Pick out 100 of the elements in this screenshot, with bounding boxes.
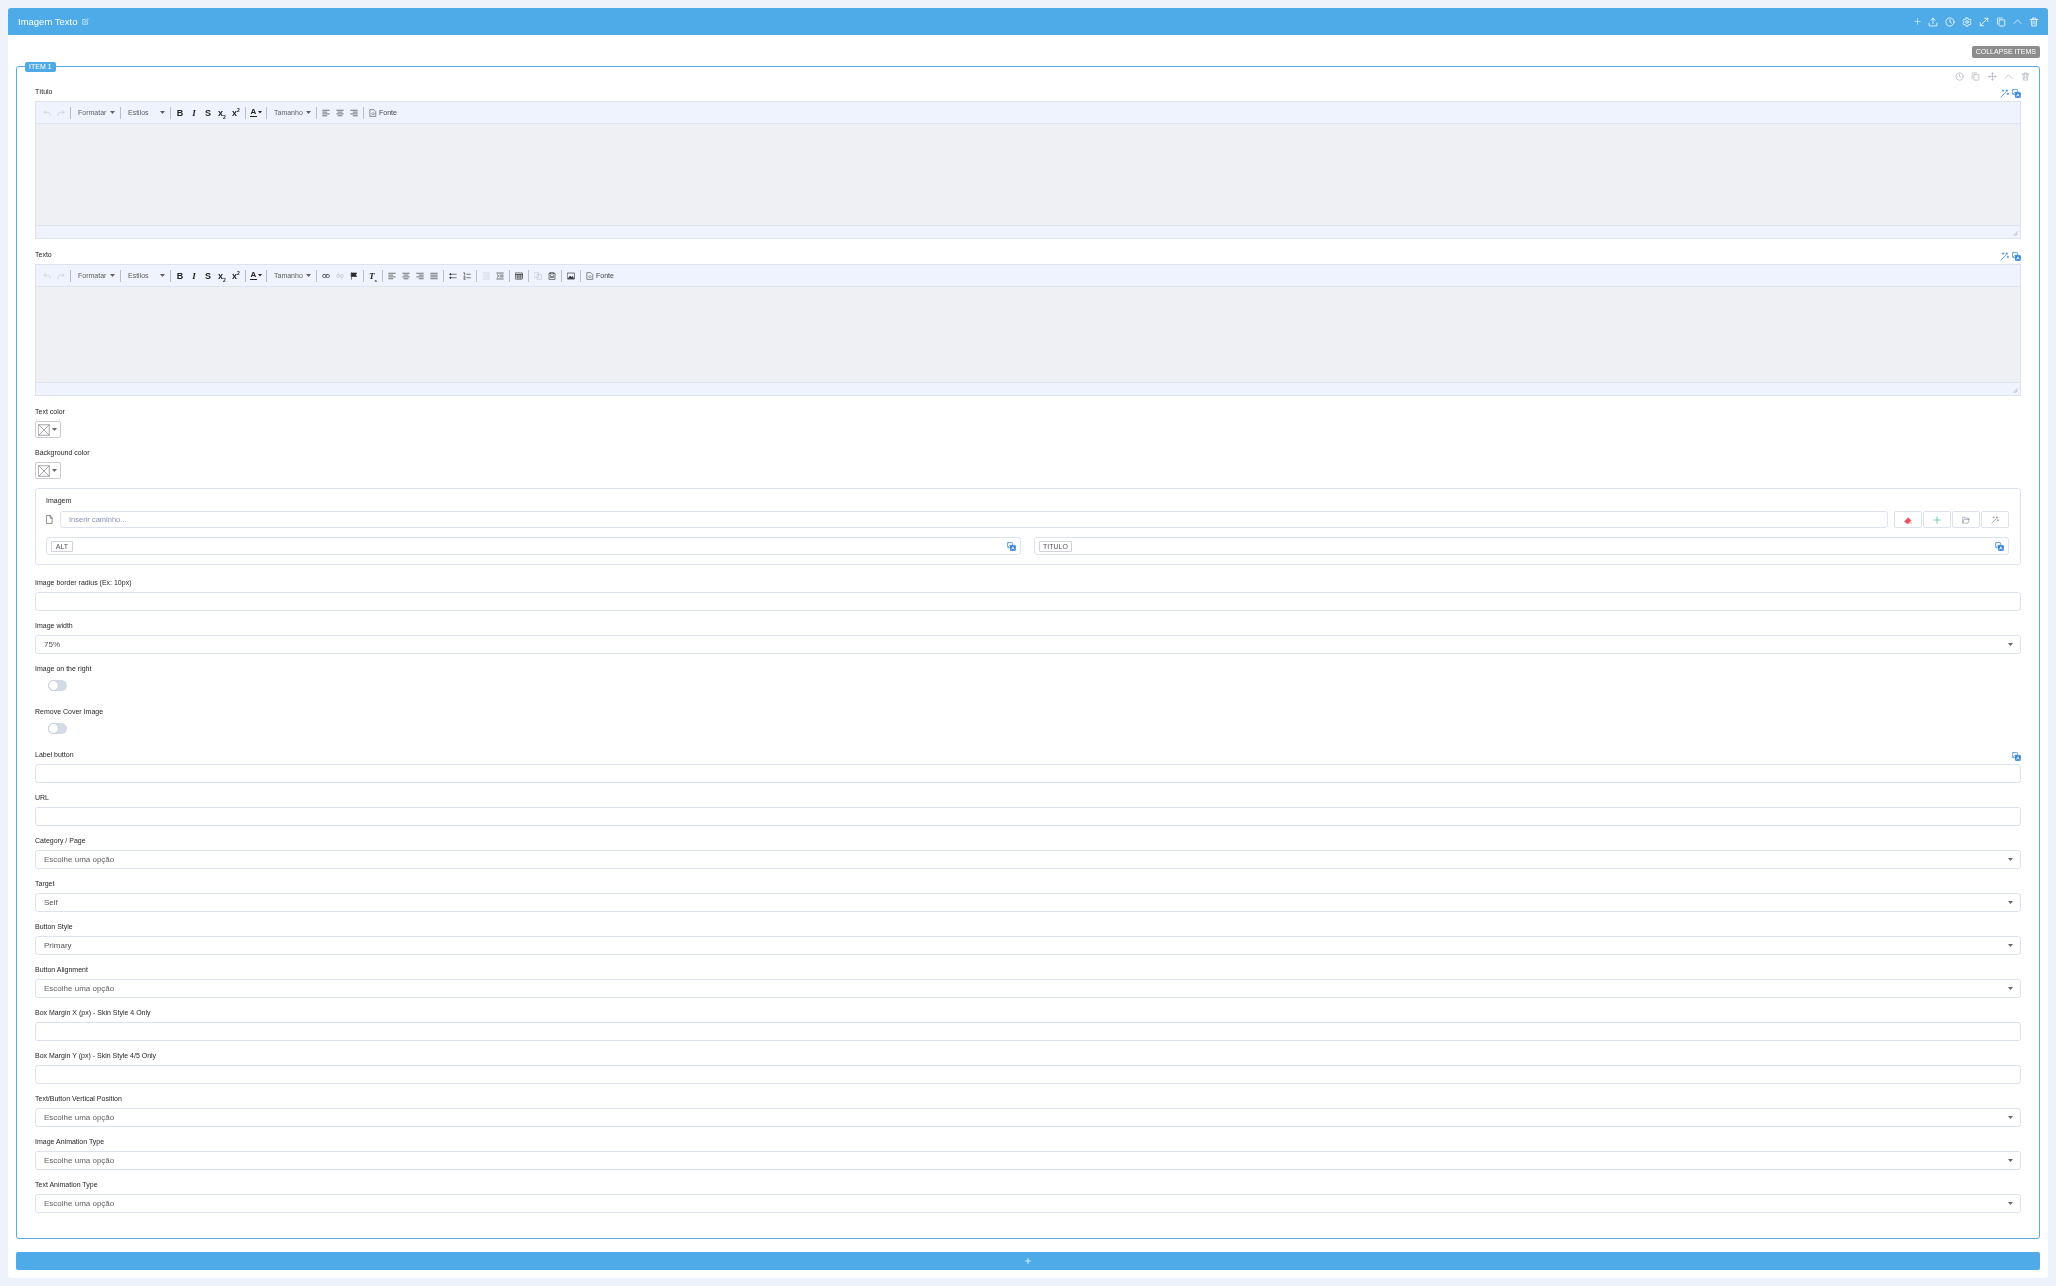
caret-icon — [2008, 1159, 2013, 1162]
align-center-icon[interactable] — [336, 108, 344, 117]
caret-icon — [110, 274, 115, 277]
select-field[interactable]: Escolhe uma opção — [35, 979, 2021, 998]
caret-icon — [2008, 1116, 2013, 1119]
magic-wand-icon — [1991, 515, 1999, 524]
caret-icon — [52, 428, 57, 431]
copy-icon[interactable] — [1996, 16, 2006, 27]
editor-content-area[interactable] — [36, 124, 2020, 225]
caret-icon — [2008, 643, 2013, 646]
remove-format-button[interactable]: T$_{x}$ — [366, 268, 380, 283]
resize-grip-icon[interactable] — [2013, 388, 2018, 393]
text-input-field[interactable] — [35, 807, 2021, 826]
expand-icon[interactable] — [1979, 16, 1989, 27]
table-icon[interactable] — [515, 271, 523, 280]
clipboard-icon[interactable] — [548, 271, 556, 280]
image-stack-icon[interactable] — [1007, 541, 1016, 551]
caret-icon — [2008, 901, 2013, 904]
image-stack-icon[interactable] — [1995, 541, 2004, 551]
image-icon[interactable] — [567, 271, 575, 280]
caret-icon — [110, 111, 115, 114]
select-field[interactable]: Self — [35, 893, 2021, 912]
no-color-icon — [38, 464, 50, 477]
caret-icon — [258, 111, 263, 114]
image-stack-icon[interactable] — [2012, 751, 2021, 761]
toggle-switch[interactable] — [48, 680, 67, 691]
select-field[interactable]: Primary — [35, 936, 2021, 955]
select-field[interactable]: Escolhe uma opção — [35, 1108, 2021, 1127]
upload-icon[interactable] — [1928, 16, 1938, 27]
link-icon[interactable] — [322, 271, 330, 280]
italic-button[interactable]: I — [187, 105, 201, 120]
caret-icon — [52, 469, 57, 472]
caret-icon — [2008, 944, 2013, 947]
copy-icon[interactable] — [1971, 72, 1980, 81]
select-field[interactable]: Escolhe uma opção — [35, 1151, 2021, 1170]
magic-wand-icon[interactable] — [2000, 251, 2009, 261]
align-right-icon[interactable] — [416, 271, 424, 280]
caret-icon — [306, 111, 311, 114]
caret-icon — [2008, 858, 2013, 861]
caret-icon — [2008, 1202, 2013, 1205]
plus-icon[interactable] — [1914, 18, 1921, 25]
text-color-button[interactable]: A — [248, 268, 264, 283]
editor-content-area[interactable] — [36, 287, 2020, 382]
edit-icon[interactable] — [81, 18, 89, 25]
bold-button[interactable]: B — [173, 268, 187, 283]
superscript-button[interactable]: x$^{2}$ — [229, 268, 243, 283]
subscript-button[interactable]: x$_{2}$ — [215, 105, 229, 120]
trash-icon[interactable] — [2020, 72, 2030, 81]
chevron-up-icon[interactable] — [2013, 17, 2022, 26]
chevron-up-icon[interactable] — [2004, 72, 2013, 81]
eraser-button[interactable] — [1894, 511, 1922, 528]
magic-wand-button[interactable] — [1981, 511, 2009, 528]
subscript-button[interactable]: x$_{2}$ — [215, 268, 229, 283]
text-input-field[interactable] — [35, 592, 2021, 611]
file-icon — [46, 515, 53, 524]
caret-icon — [160, 274, 165, 277]
toggle-switch[interactable] — [48, 723, 67, 734]
italic-button[interactable]: I — [187, 268, 201, 283]
document-code-icon — [369, 108, 377, 117]
settings-icon[interactable] — [1962, 16, 1972, 27]
folder-button[interactable] — [1952, 511, 1980, 528]
bulleted-list-icon[interactable] — [449, 271, 457, 280]
select-field[interactable]: Escolhe uma opção — [35, 1194, 2021, 1213]
numbered-list-icon[interactable] — [463, 271, 471, 280]
text-input-field[interactable] — [35, 764, 2021, 783]
clock-icon[interactable] — [1954, 72, 1964, 81]
align-justify-icon[interactable] — [430, 271, 438, 280]
align-left-icon[interactable] — [388, 271, 396, 280]
caret-icon — [2008, 987, 2013, 990]
text-input-field[interactable] — [35, 1022, 2021, 1041]
panel-title: Imagem Texto — [18, 16, 78, 27]
plus-icon — [1025, 1258, 1031, 1264]
folder-icon — [1962, 515, 1970, 524]
caret-icon — [258, 274, 263, 277]
flag-icon[interactable] — [350, 271, 358, 280]
superscript-button[interactable]: x$^{2}$ — [229, 105, 243, 120]
caret-icon — [160, 111, 165, 114]
align-center-icon[interactable] — [402, 271, 410, 280]
image-stack-icon[interactable] — [2012, 251, 2021, 261]
align-right-icon[interactable] — [350, 108, 358, 117]
text-color-button[interactable]: A — [248, 105, 264, 120]
magic-wand-icon[interactable] — [2000, 88, 2009, 98]
bold-button[interactable]: B — [173, 105, 187, 120]
add-item-button[interactable] — [16, 1252, 2040, 1270]
plus-icon — [1933, 515, 1941, 524]
resize-grip-icon[interactable] — [2013, 231, 2018, 236]
document-code-icon — [586, 271, 594, 280]
no-color-icon — [38, 423, 50, 436]
indent-icon[interactable] — [496, 271, 504, 280]
align-left-icon[interactable] — [322, 108, 330, 117]
eraser-icon — [1904, 515, 1912, 524]
color-picker-button[interactable] — [35, 421, 61, 438]
text-input-field[interactable] — [35, 1065, 2021, 1084]
strikethrough-button[interactable]: S — [201, 105, 215, 120]
select-field[interactable]: Escolhe uma opção — [35, 850, 2021, 869]
image-stack-icon[interactable] — [2012, 88, 2021, 98]
select-field[interactable]: 75% — [35, 635, 2021, 654]
color-picker-button[interactable] — [35, 462, 61, 479]
strikethrough-button[interactable]: S — [201, 268, 215, 283]
move-icon[interactable] — [1987, 72, 1997, 81]
